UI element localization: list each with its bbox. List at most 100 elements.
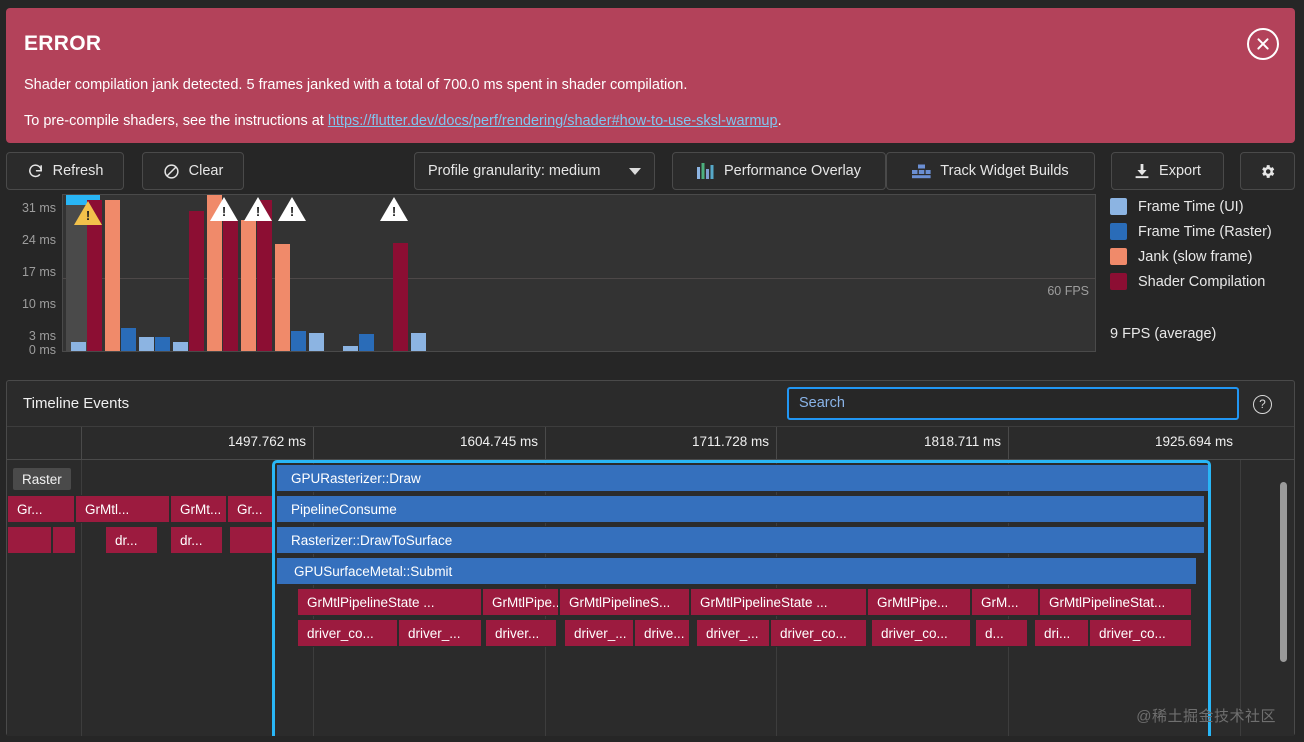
search-placeholder: Search (799, 395, 845, 411)
bar-frame-time-ui[interactable] (173, 341, 188, 351)
flame-node[interactable]: GrMt... (170, 495, 227, 523)
flame-node[interactable]: PipelineConsume (276, 495, 1205, 523)
bar-jank[interactable] (275, 244, 290, 351)
chevron-down-icon (629, 167, 641, 175)
ruler-tick (81, 427, 82, 459)
flame-node[interactable]: Gr... (7, 495, 75, 523)
ruler-tick: 1818.711 ms (776, 427, 1008, 459)
ruler-tick: 1925.694 ms (1008, 427, 1240, 459)
jank-warning-icon[interactable]: ! (210, 197, 238, 221)
flame-node[interactable]: drive... (634, 619, 690, 647)
bar-frame-time-raster[interactable] (359, 334, 374, 351)
flame-node[interactable]: GrMtl... (75, 495, 170, 523)
flame-node[interactable]: dri... (1034, 619, 1089, 647)
legend-item: Shader Compilation (1110, 269, 1300, 294)
flame-node[interactable]: driver_co... (1089, 619, 1192, 647)
flame-node[interactable]: driver_... (564, 619, 634, 647)
flame-node[interactable] (229, 526, 275, 554)
bar-frame-time-ui[interactable] (343, 345, 358, 351)
bar-chart-icon (697, 163, 715, 179)
bar-frame-time-ui[interactable] (309, 333, 324, 351)
flame-node[interactable]: dr... (105, 526, 158, 554)
devtools-performance-page: ERROR Shader compilation jank detected. … (0, 0, 1304, 742)
error-instruction: To pre-compile shaders, see the instruct… (24, 111, 1275, 131)
bar-frame-time-ui[interactable] (71, 341, 86, 351)
flame-node[interactable]: Gr... (227, 495, 275, 523)
legend-swatch (1110, 248, 1127, 265)
y-tick-label: 24 ms (21, 232, 56, 247)
flame-node[interactable]: driver_co... (297, 619, 398, 647)
flame-node[interactable]: Rasterizer::DrawToSurface (276, 526, 1205, 554)
timeline-ruler[interactable]: 1497.762 ms 1604.745 ms 1711.728 ms 1818.71… (7, 427, 1294, 460)
flame-node[interactable]: d... (975, 619, 1028, 647)
export-button[interactable]: Export (1111, 152, 1224, 190)
timeline-events-header: Timeline Events Search ? (7, 381, 1294, 427)
profile-granularity-dropdown[interactable]: Profile granularity: medium (414, 152, 655, 190)
bar-frame-time-raster[interactable] (291, 331, 306, 351)
fps-threshold-label: 60 FPS (1047, 283, 1089, 298)
flame-node[interactable]: GrMtlPipelineStat... (1039, 588, 1192, 616)
sksl-warmup-link[interactable]: https://flutter.dev/docs/perf/rendering/… (328, 113, 778, 129)
y-tick-label: 10 ms (21, 297, 56, 312)
ruler-tick-label: 1604.745 ms (459, 434, 538, 449)
ruler-tick: 1711.728 ms (545, 427, 776, 459)
jank-warning-icon[interactable]: ! (278, 197, 306, 221)
flame-node[interactable]: driver_... (398, 619, 482, 647)
flame-node[interactable] (7, 526, 52, 554)
flame-node[interactable]: GrMtlPipe... (482, 588, 559, 616)
flame-node[interactable]: dr... (170, 526, 223, 554)
jank-warning-icon[interactable]: ! (380, 197, 408, 221)
flame-node[interactable]: GPUSurfaceMetal::Submit (276, 557, 1197, 585)
flame-node[interactable]: driver_... (696, 619, 770, 647)
legend-label: Shader Compilation (1138, 273, 1266, 290)
y-tick-label: 17 ms (21, 265, 56, 279)
timeline-events-title: Timeline Events (23, 395, 130, 412)
flame-node[interactable]: GrMtlPipelineState ... (690, 588, 867, 616)
bar-shader-compilation[interactable] (257, 199, 272, 351)
legend-label: Frame Time (Raster) (1138, 223, 1272, 240)
legend-swatch (1110, 223, 1127, 240)
error-title: ERROR (24, 32, 102, 55)
close-icon[interactable] (1247, 28, 1279, 60)
frame-time-chart: 31 ms 24 ms 17 ms 10 ms 3 ms 0 ms 60 FPS!!!!!… (0, 194, 1304, 366)
bar-frame-time-raster[interactable] (121, 328, 136, 351)
flame-node[interactable]: GPURasterizer::Draw (276, 464, 1211, 492)
flame-chart[interactable]: Raster @稀土掘金技术社区 GPURasterizer::Draw Gr..… (7, 460, 1294, 736)
flame-node[interactable]: driver_co... (871, 619, 971, 647)
jank-warning-icon[interactable]: ! (244, 197, 272, 221)
clear-button[interactable]: Clear (142, 152, 244, 190)
flame-node[interactable]: driver_co... (770, 619, 867, 647)
track-widget-builds-button[interactable]: Track Widget Builds (886, 152, 1095, 190)
watermark: @稀土掘金技术社区 (1136, 708, 1276, 725)
bar-frame-time-ui[interactable] (411, 333, 426, 351)
error-banner: ERROR Shader compilation jank detected. … (6, 8, 1295, 143)
bar-shader-compilation[interactable] (189, 211, 204, 351)
bar-frame-time-ui[interactable] (139, 337, 154, 351)
help-icon[interactable]: ? (1253, 395, 1272, 414)
flame-node[interactable]: GrMtlPipelineS... (559, 588, 690, 616)
bar-shader-compilation[interactable] (393, 243, 408, 351)
bar-jank[interactable] (105, 199, 120, 351)
error-message: Shader compilation jank detected. 5 fram… (24, 77, 688, 93)
flame-node[interactable]: GrMtlPipe... (867, 588, 971, 616)
bar-jank[interactable] (241, 220, 256, 351)
legend-swatch (1110, 273, 1127, 290)
flame-node[interactable]: driver... (485, 619, 557, 647)
bar-shader-compilation[interactable] (223, 220, 238, 351)
flame-node[interactable] (52, 526, 76, 554)
search-input[interactable]: Search (787, 387, 1239, 420)
track-widget-builds-label: Track Widget Builds (940, 163, 1069, 179)
refresh-button[interactable]: Refresh (6, 152, 124, 190)
settings-button[interactable] (1240, 152, 1295, 190)
bar-frame-time-raster[interactable] (155, 337, 170, 351)
performance-overlay-button[interactable]: Performance Overlay (672, 152, 886, 190)
flame-node[interactable]: GrM... (971, 588, 1039, 616)
chart-legend: Frame Time (UI) Frame Time (Raster) Jank (… (1110, 194, 1300, 294)
error-instruction-suffix: . (777, 113, 782, 129)
ruler-tick-label: 1818.711 ms (923, 434, 1001, 449)
flame-chart-scrollbar[interactable] (1280, 482, 1287, 662)
flame-node[interactable]: GrMtlPipelineState ... (297, 588, 482, 616)
ruler-tick-label: 1925.694 ms (1154, 434, 1233, 449)
chart-plot-area[interactable]: 60 FPS!!!!! (62, 194, 1096, 352)
jank-warning-icon[interactable]: ! (74, 201, 102, 225)
